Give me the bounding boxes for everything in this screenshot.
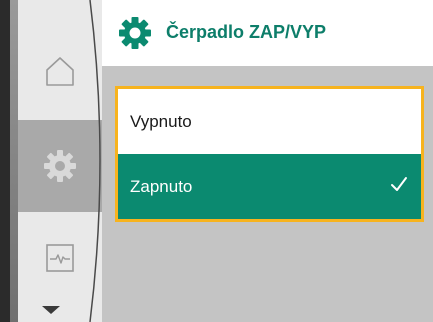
pulse-monitor-icon (46, 244, 74, 272)
home-icon (46, 57, 74, 86)
sidebar-item-home[interactable] (18, 22, 102, 120)
option-label: Vypnuto (130, 111, 192, 131)
page-header: Čerpadlo ZAP/VYP (102, 0, 433, 66)
sidebar-item-monitoring[interactable] (18, 212, 102, 304)
sidebar (18, 0, 102, 322)
device-bezel (0, 0, 10, 322)
gear-icon (44, 150, 76, 182)
option-list: Vypnuto Zapnuto (115, 86, 424, 222)
scroll-rail (10, 0, 18, 322)
option-label: Zapnuto (130, 176, 193, 196)
sidebar-item-settings[interactable] (18, 120, 102, 212)
page-title: Čerpadlo ZAP/VYP (166, 22, 327, 42)
option-on[interactable]: Zapnuto (118, 154, 421, 219)
gear-icon (119, 17, 151, 49)
checkmark-icon (391, 177, 407, 191)
scroll-down-arrow-icon[interactable] (42, 306, 60, 314)
option-off[interactable]: Vypnuto (118, 89, 421, 154)
